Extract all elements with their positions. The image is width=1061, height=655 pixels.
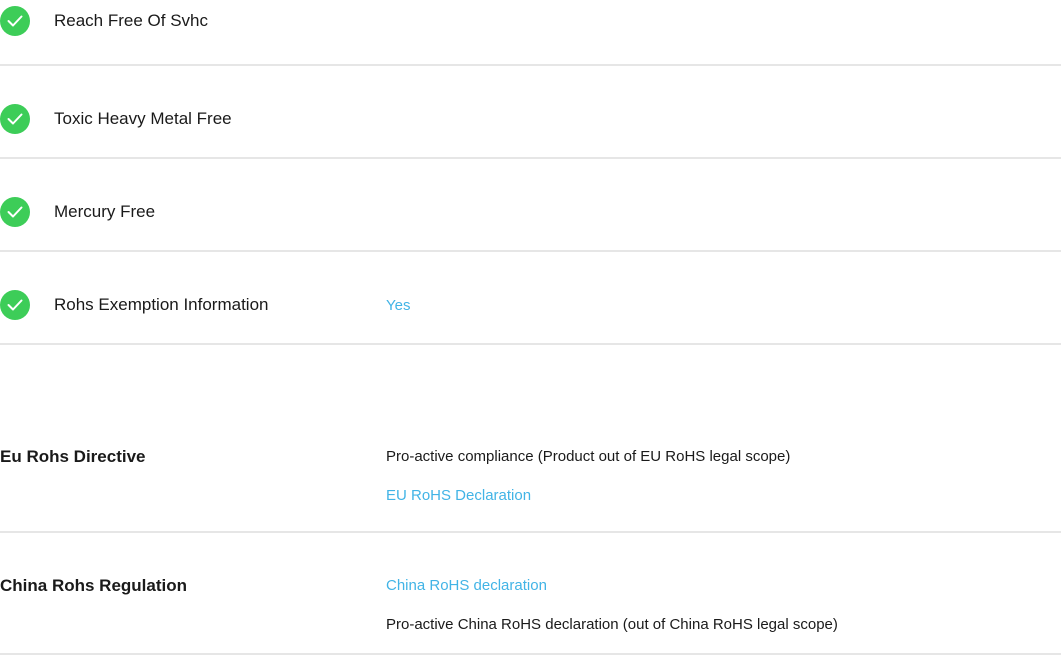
check-circle-icon (0, 197, 30, 227)
regulation-section: Eu Rohs Directive Pro-active compliance … (0, 440, 1061, 655)
check-row-reach: Reach Free Of Svhc (0, 0, 1061, 66)
check-row-rohs-exemption: Rohs Exemption Information Yes (0, 252, 1061, 345)
rohs-exemption-yes-link[interactable]: Yes (386, 297, 410, 315)
eu-rohs-declaration-link[interactable]: EU RoHS Declaration (386, 487, 531, 505)
check-circle-icon (0, 290, 30, 320)
china-rohs-compliance-text: Pro-active China RoHS declaration (out o… (386, 616, 838, 633)
check-label: Toxic Heavy Metal Free (54, 109, 232, 128)
check-circle-icon (0, 104, 30, 134)
eu-rohs-compliance-text: Pro-active compliance (Product out of EU… (386, 448, 791, 465)
check-label: Rohs Exemption Information (54, 295, 269, 314)
eu-rohs-title: Eu Rohs Directive (0, 447, 146, 466)
china-rohs-declaration-link[interactable]: China RoHS declaration (386, 577, 547, 595)
compliance-check-list: Reach Free Of Svhc Toxic Heavy Metal Fre… (0, 0, 1061, 345)
check-label: Reach Free Of Svhc (54, 11, 209, 30)
check-label: Mercury Free (54, 202, 156, 221)
check-row-mercury: Mercury Free (0, 159, 1061, 252)
check-circle-icon (0, 6, 30, 36)
check-row-toxic-heavy-metal: Toxic Heavy Metal Free (0, 66, 1061, 159)
china-rohs-row: China Rohs Regulation China RoHS declara… (0, 533, 1061, 655)
china-rohs-title: China Rohs Regulation (0, 576, 187, 595)
eu-rohs-row: Eu Rohs Directive Pro-active compliance … (0, 440, 1061, 533)
